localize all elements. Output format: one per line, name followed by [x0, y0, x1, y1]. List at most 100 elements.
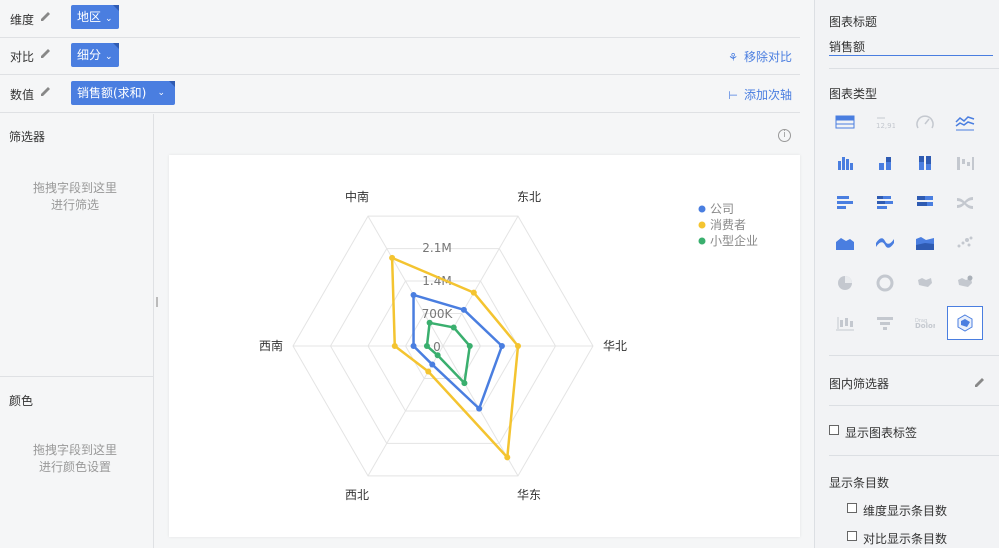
- radar-icon: [957, 314, 973, 332]
- chart-type-kpi[interactable]: 12,918: [867, 106, 903, 140]
- edit-pencil-icon[interactable]: [40, 85, 52, 97]
- chart-type-wordcloud[interactable]: Drag Dolor: [907, 306, 943, 340]
- radar-point: [498, 343, 505, 349]
- map-icon: [918, 278, 932, 287]
- radar-tick-label: 700K: [422, 307, 454, 321]
- secondary-axis-icon: ⊢: [728, 89, 738, 102]
- value-pill-label: 销售额(求和): [77, 86, 147, 100]
- donut-icon: [876, 274, 894, 292]
- settings-panel: 图表标题 销售额 图表类型 12,918 DragDolor 图内筛选器 显示图表…: [814, 0, 999, 548]
- chart-title-label: 图表标题: [829, 15, 878, 29]
- show-labels-checkbox[interactable]: [829, 425, 839, 435]
- chart-type-line[interactable]: [947, 106, 983, 140]
- line-icon: [955, 116, 975, 131]
- chart-type-bubble-map[interactable]: [947, 266, 983, 300]
- radar-point: [429, 361, 436, 368]
- radar-category-label: 华东: [517, 488, 541, 502]
- cmp-count-checkbox[interactable]: [847, 531, 857, 541]
- scatter-icon: [957, 236, 973, 248]
- pie-icon: [838, 276, 852, 290]
- chart-type-stream[interactable]: [867, 226, 903, 260]
- chart-type-stacked-hbar[interactable]: [867, 186, 903, 220]
- radar-point: [389, 254, 396, 261]
- legend-marker: [698, 237, 706, 245]
- edit-pencil-icon[interactable]: [40, 10, 52, 22]
- dim-count-label: 维度显示条目数: [863, 504, 948, 518]
- chart-type-stacked-bar[interactable]: [867, 146, 903, 180]
- chart-type-area[interactable]: [827, 226, 863, 260]
- waterfall-icon: [957, 157, 974, 170]
- dim-count-checkbox[interactable]: [847, 503, 857, 513]
- remove-compare-label: 移除对比: [743, 50, 792, 64]
- edit-pencil-icon[interactable]: [974, 376, 986, 388]
- add-secondary-axis-button[interactable]: ⊢ 添加次轴: [728, 86, 792, 103]
- compare-shelf: 对比 细分 ⌄ ⚘ 移除对比: [0, 37, 800, 75]
- chart-type-gauge[interactable]: [907, 106, 943, 140]
- radar-series-line: [390, 256, 520, 459]
- filter-hint-1: 拖拽字段到这里: [32, 181, 117, 195]
- stream-icon: [876, 238, 894, 248]
- chart-type-bar[interactable]: [827, 146, 863, 180]
- chart-type-waterfall[interactable]: [947, 146, 983, 180]
- info-icon[interactable]: i: [778, 129, 791, 142]
- chart-type-scatter[interactable]: [947, 226, 983, 260]
- radar-point: [410, 343, 417, 349]
- funnel-icon: [877, 317, 893, 330]
- chart-type-boxplot[interactable]: [827, 306, 863, 340]
- dimension-shelf: 维度 地区 ⌄: [0, 0, 800, 38]
- radar-point: [461, 380, 468, 387]
- chart-type-hbar[interactable]: [827, 186, 863, 220]
- remove-compare-icon: ⚘: [728, 51, 738, 64]
- table-icon: [835, 115, 855, 129]
- chart-type-funnel[interactable]: [867, 306, 903, 340]
- value-label: 数值: [10, 88, 35, 102]
- wordcloud-icon: DragDolor: [915, 318, 935, 330]
- radar-category-label: 西南: [259, 338, 283, 353]
- divider: [0, 376, 154, 377]
- filter-title: 筛选器: [9, 130, 46, 144]
- radar-point: [410, 291, 417, 298]
- radar-point: [515, 343, 521, 349]
- legend-entry: 公司: [710, 202, 734, 216]
- chart-type-percent-hbar[interactable]: [907, 186, 943, 220]
- radar-point: [476, 405, 483, 412]
- chart-type-percent-bar[interactable]: [907, 146, 943, 180]
- chart-type-stacked-area[interactable]: [907, 226, 943, 260]
- filter-dropzone[interactable]: 拖拽字段到这里 进行筛选: [0, 180, 150, 214]
- chart-type-table[interactable]: [827, 106, 863, 140]
- hbar-icon: [837, 196, 853, 209]
- filter-hint-2: 进行筛选: [50, 198, 99, 212]
- radar-point: [426, 319, 433, 326]
- show-count-title: 显示条目数: [829, 476, 890, 490]
- cmp-count-label: 对比显示条目数: [863, 532, 948, 546]
- color-hint-2: 进行颜色设置: [38, 460, 111, 474]
- chart-title-input[interactable]: 销售额: [829, 38, 993, 56]
- chart-type-map[interactable]: [907, 266, 943, 300]
- color-dropzone[interactable]: 拖拽字段到这里 进行颜色设置: [0, 442, 150, 476]
- chart-type-radar[interactable]: [947, 306, 983, 340]
- chart-card: 0 700K 1.4M 2.1M 中南 东北 华北 华东 西北 西南 公司 消费者 小型企业: [169, 155, 800, 537]
- chart-type-sankey[interactable]: [947, 186, 983, 220]
- edit-pencil-icon[interactable]: [40, 47, 52, 59]
- stacked-hbar-icon: [877, 196, 893, 209]
- chart-type-pie[interactable]: [827, 266, 863, 300]
- dimension-pill[interactable]: 地区 ⌄: [71, 5, 119, 29]
- editor-area: 维度 地区 ⌄ 对比 细分 ⌄ ⚘ 移除对比 数值 销售额(求和) ⌄ ⊢ 添加次轴 筛选…: [0, 0, 814, 548]
- color-title: 颜色: [9, 394, 34, 408]
- remove-compare-button[interactable]: ⚘ 移除对比: [728, 48, 792, 65]
- radar-point: [460, 306, 467, 313]
- resize-handle[interactable]: [156, 297, 158, 307]
- radar-point: [504, 454, 511, 461]
- chart-type-label: 图表类型: [829, 87, 878, 101]
- show-labels-label: 显示图表标签: [845, 426, 918, 440]
- radar-series-line: [425, 321, 472, 385]
- left-panel: 筛选器 拖拽字段到这里 进行筛选 颜色 拖拽字段到这里 进行颜色设置: [0, 114, 154, 548]
- radar-category-label: 东北: [517, 190, 541, 204]
- add-secondary-axis-label: 添加次轴: [743, 88, 792, 102]
- radar-chart: 0700K1.4M2.1M中南 东北华北华东西北西南公司消费者小型企业: [259, 189, 758, 502]
- compare-pill[interactable]: 细分 ⌄: [71, 43, 119, 67]
- value-pill[interactable]: 销售额(求和) ⌄: [71, 81, 175, 105]
- chart-type-donut[interactable]: [867, 266, 903, 300]
- radar-point: [434, 352, 441, 359]
- divider: [829, 455, 999, 456]
